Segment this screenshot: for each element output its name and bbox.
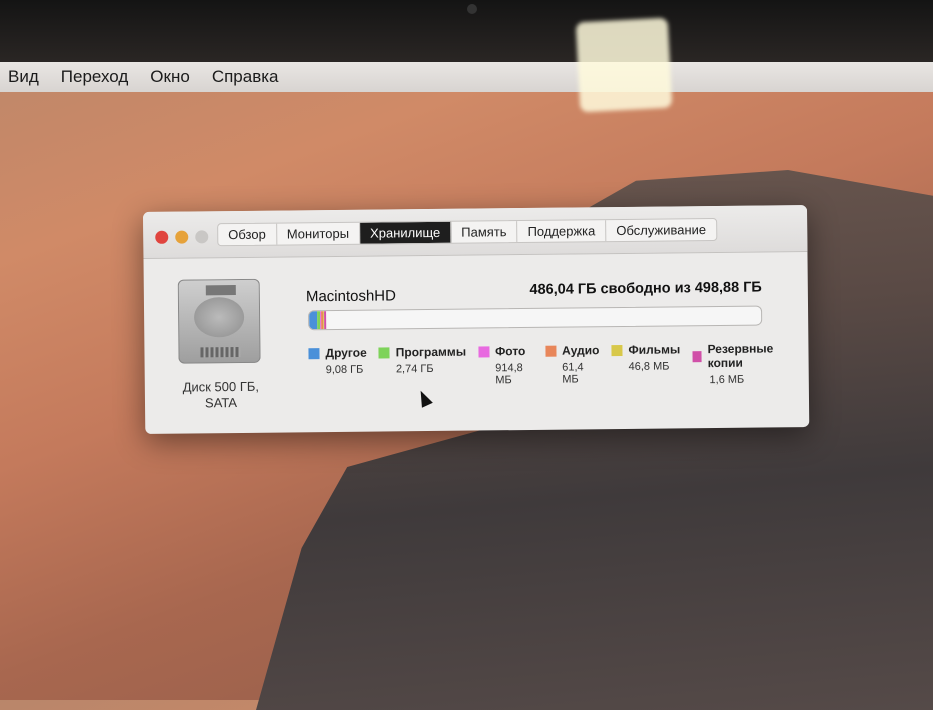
screen-bezel — [0, 0, 933, 62]
legend-label: Резервные копии — [707, 341, 774, 371]
zoom-button[interactable] — [195, 230, 209, 244]
volume-name: MacintoshHD — [305, 287, 397, 306]
tab-memory[interactable]: Память — [451, 221, 518, 243]
camera — [467, 4, 477, 14]
minimize-button[interactable] — [175, 230, 189, 244]
storage-segment-5 — [324, 311, 326, 330]
legend-swatch — [308, 347, 320, 359]
storage-usage-bar — [308, 305, 763, 331]
legend-swatch — [477, 345, 490, 357]
legend-size: 1,6 МБ — [709, 373, 745, 387]
tab-service[interactable]: Обслуживание — [606, 219, 716, 241]
legend-size: 9,08 ГБ — [325, 363, 364, 377]
storage-legend: Другое 9,08 ГБ Программы 2,74 ГБ Фото 914,8 М… — [308, 341, 808, 390]
close-button[interactable] — [155, 230, 169, 244]
title-bar: Обзор Мониторы Хранилище Память Поддержк… — [143, 205, 808, 259]
tab-overview[interactable]: Обзор — [218, 223, 277, 246]
legend-label: Другое — [325, 345, 367, 361]
legend-item: Фото 914,8 МБ — [477, 344, 533, 389]
legend-label: Аудио — [561, 343, 600, 358]
legend-swatch — [611, 344, 623, 356]
tab-support[interactable]: Поддержка — [517, 220, 607, 243]
storage-segment-0 — [309, 311, 318, 330]
legend-item: Резервные копии 1,6 МБ — [692, 341, 797, 386]
legend-swatch — [544, 345, 557, 357]
legend-label: Фильмы — [628, 342, 681, 357]
disk-caption: Диск 500 ГБ, SATA — [165, 379, 277, 412]
menu-view[interactable]: Вид — [8, 67, 39, 87]
disk-capacity: Диск 500 ГБ, — [182, 378, 260, 395]
legend-size: 61,4 МБ — [562, 361, 584, 386]
hard-disk-icon — [177, 278, 261, 364]
legend-label: Фото — [494, 344, 526, 359]
tab-bar: Обзор Мониторы Хранилище Память Поддержк… — [217, 217, 718, 247]
legend-item: Программы 2,74 ГБ — [378, 344, 467, 390]
menu-window[interactable]: Окно — [150, 67, 190, 87]
tab-displays[interactable]: Мониторы — [276, 222, 361, 245]
menu-bar: Вид Переход Окно Справка — [0, 62, 933, 92]
legend-size: 914,8 МБ — [495, 362, 523, 387]
free-space-text: 486,04 ГБ свободно из 498,88 ГБ — [529, 279, 762, 298]
tab-storage[interactable]: Хранилище — [359, 221, 452, 244]
menu-go[interactable]: Переход — [61, 67, 129, 87]
legend-size: 46,8 МБ — [628, 360, 670, 373]
about-this-mac-window: Обзор Мониторы Хранилище Память Поддержк… — [143, 205, 810, 434]
disk-interface: SATA — [204, 395, 238, 411]
legend-swatch — [378, 346, 390, 359]
menu-help[interactable]: Справка — [212, 67, 279, 87]
legend-item: Другое 9,08 ГБ — [308, 346, 367, 391]
legend-label: Программы — [395, 344, 467, 360]
legend-size: 2,74 ГБ — [395, 362, 434, 376]
screen-glare — [575, 17, 673, 113]
legend-swatch — [692, 350, 702, 362]
legend-item: Аудио 61,4 МБ — [544, 343, 600, 388]
legend-item: Фильмы 46,8 МБ — [611, 342, 680, 387]
